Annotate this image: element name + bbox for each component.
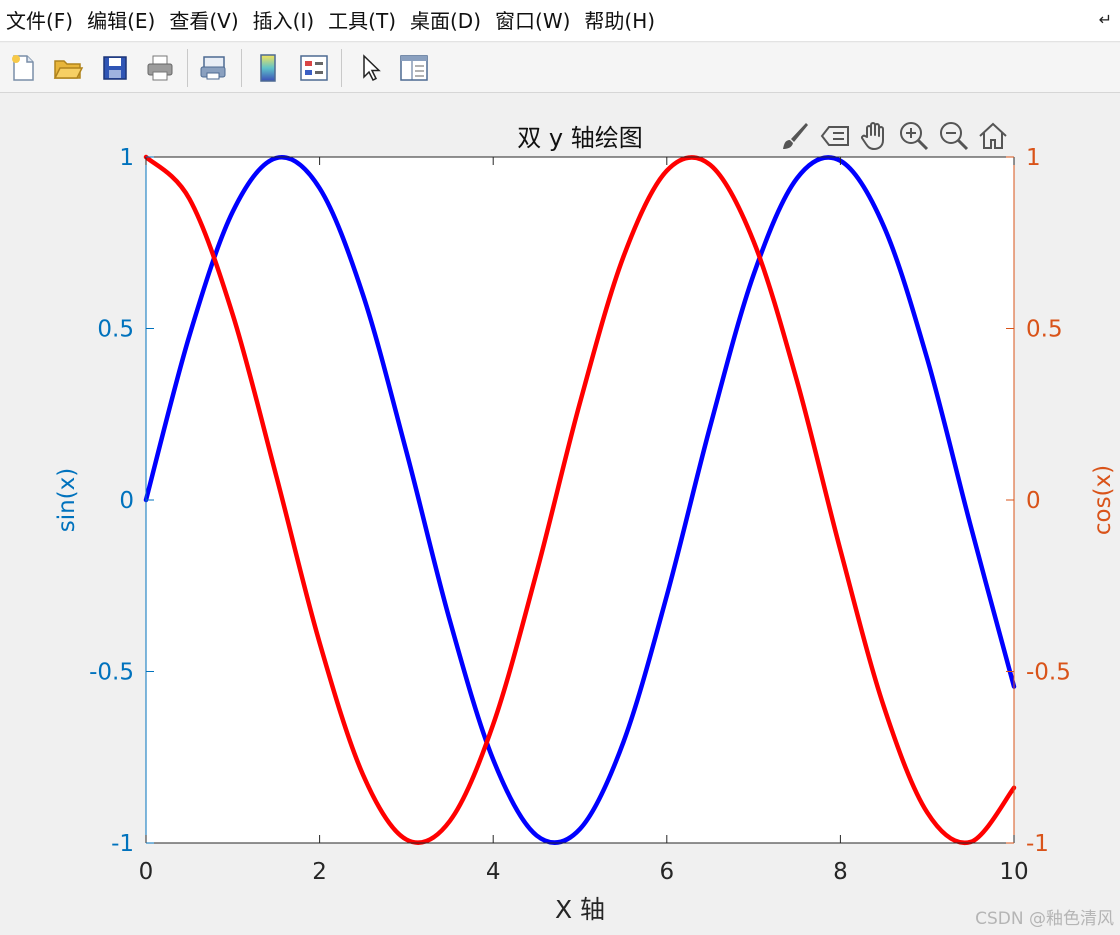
right-y-axis-label: cos(x) [1090, 465, 1116, 535]
left-y-tick-label: 1 [119, 145, 134, 171]
chart-title: 双 y 轴绘图 [517, 124, 642, 152]
plot-area[interactable] [146, 157, 1014, 843]
right-y-tick-label: 0 [1026, 488, 1041, 514]
x-tick-label: 2 [312, 859, 327, 885]
x-tick-label: 4 [486, 859, 501, 885]
right-y-tick-label: 1 [1026, 145, 1041, 171]
x-tick-label: 0 [139, 859, 154, 885]
left-y-tick-label: -1 [111, 831, 134, 857]
watermark: CSDN @釉色清风 [975, 909, 1114, 929]
x-tick-label: 8 [833, 859, 848, 885]
x-tick-label: 10 [999, 859, 1028, 885]
left-y-tick-label: -0.5 [89, 660, 134, 686]
x-axis-label: X 轴 [555, 895, 605, 924]
left-y-tick-label: 0.5 [97, 317, 134, 343]
right-y-tick-label: -1 [1026, 831, 1049, 857]
left-y-axis-label: sin(x) [54, 468, 80, 533]
x-tick-label: 6 [659, 859, 674, 885]
right-y-tick-label: 0.5 [1026, 317, 1063, 343]
right-y-tick-label: -0.5 [1026, 660, 1071, 686]
dual-y-axis-chart: 0 2 4 6 8 10-1-0.500.51-1-0.500.51双 y 轴绘图X 轴s… [54, 124, 1116, 924]
left-y-tick-label: 0 [119, 488, 134, 514]
